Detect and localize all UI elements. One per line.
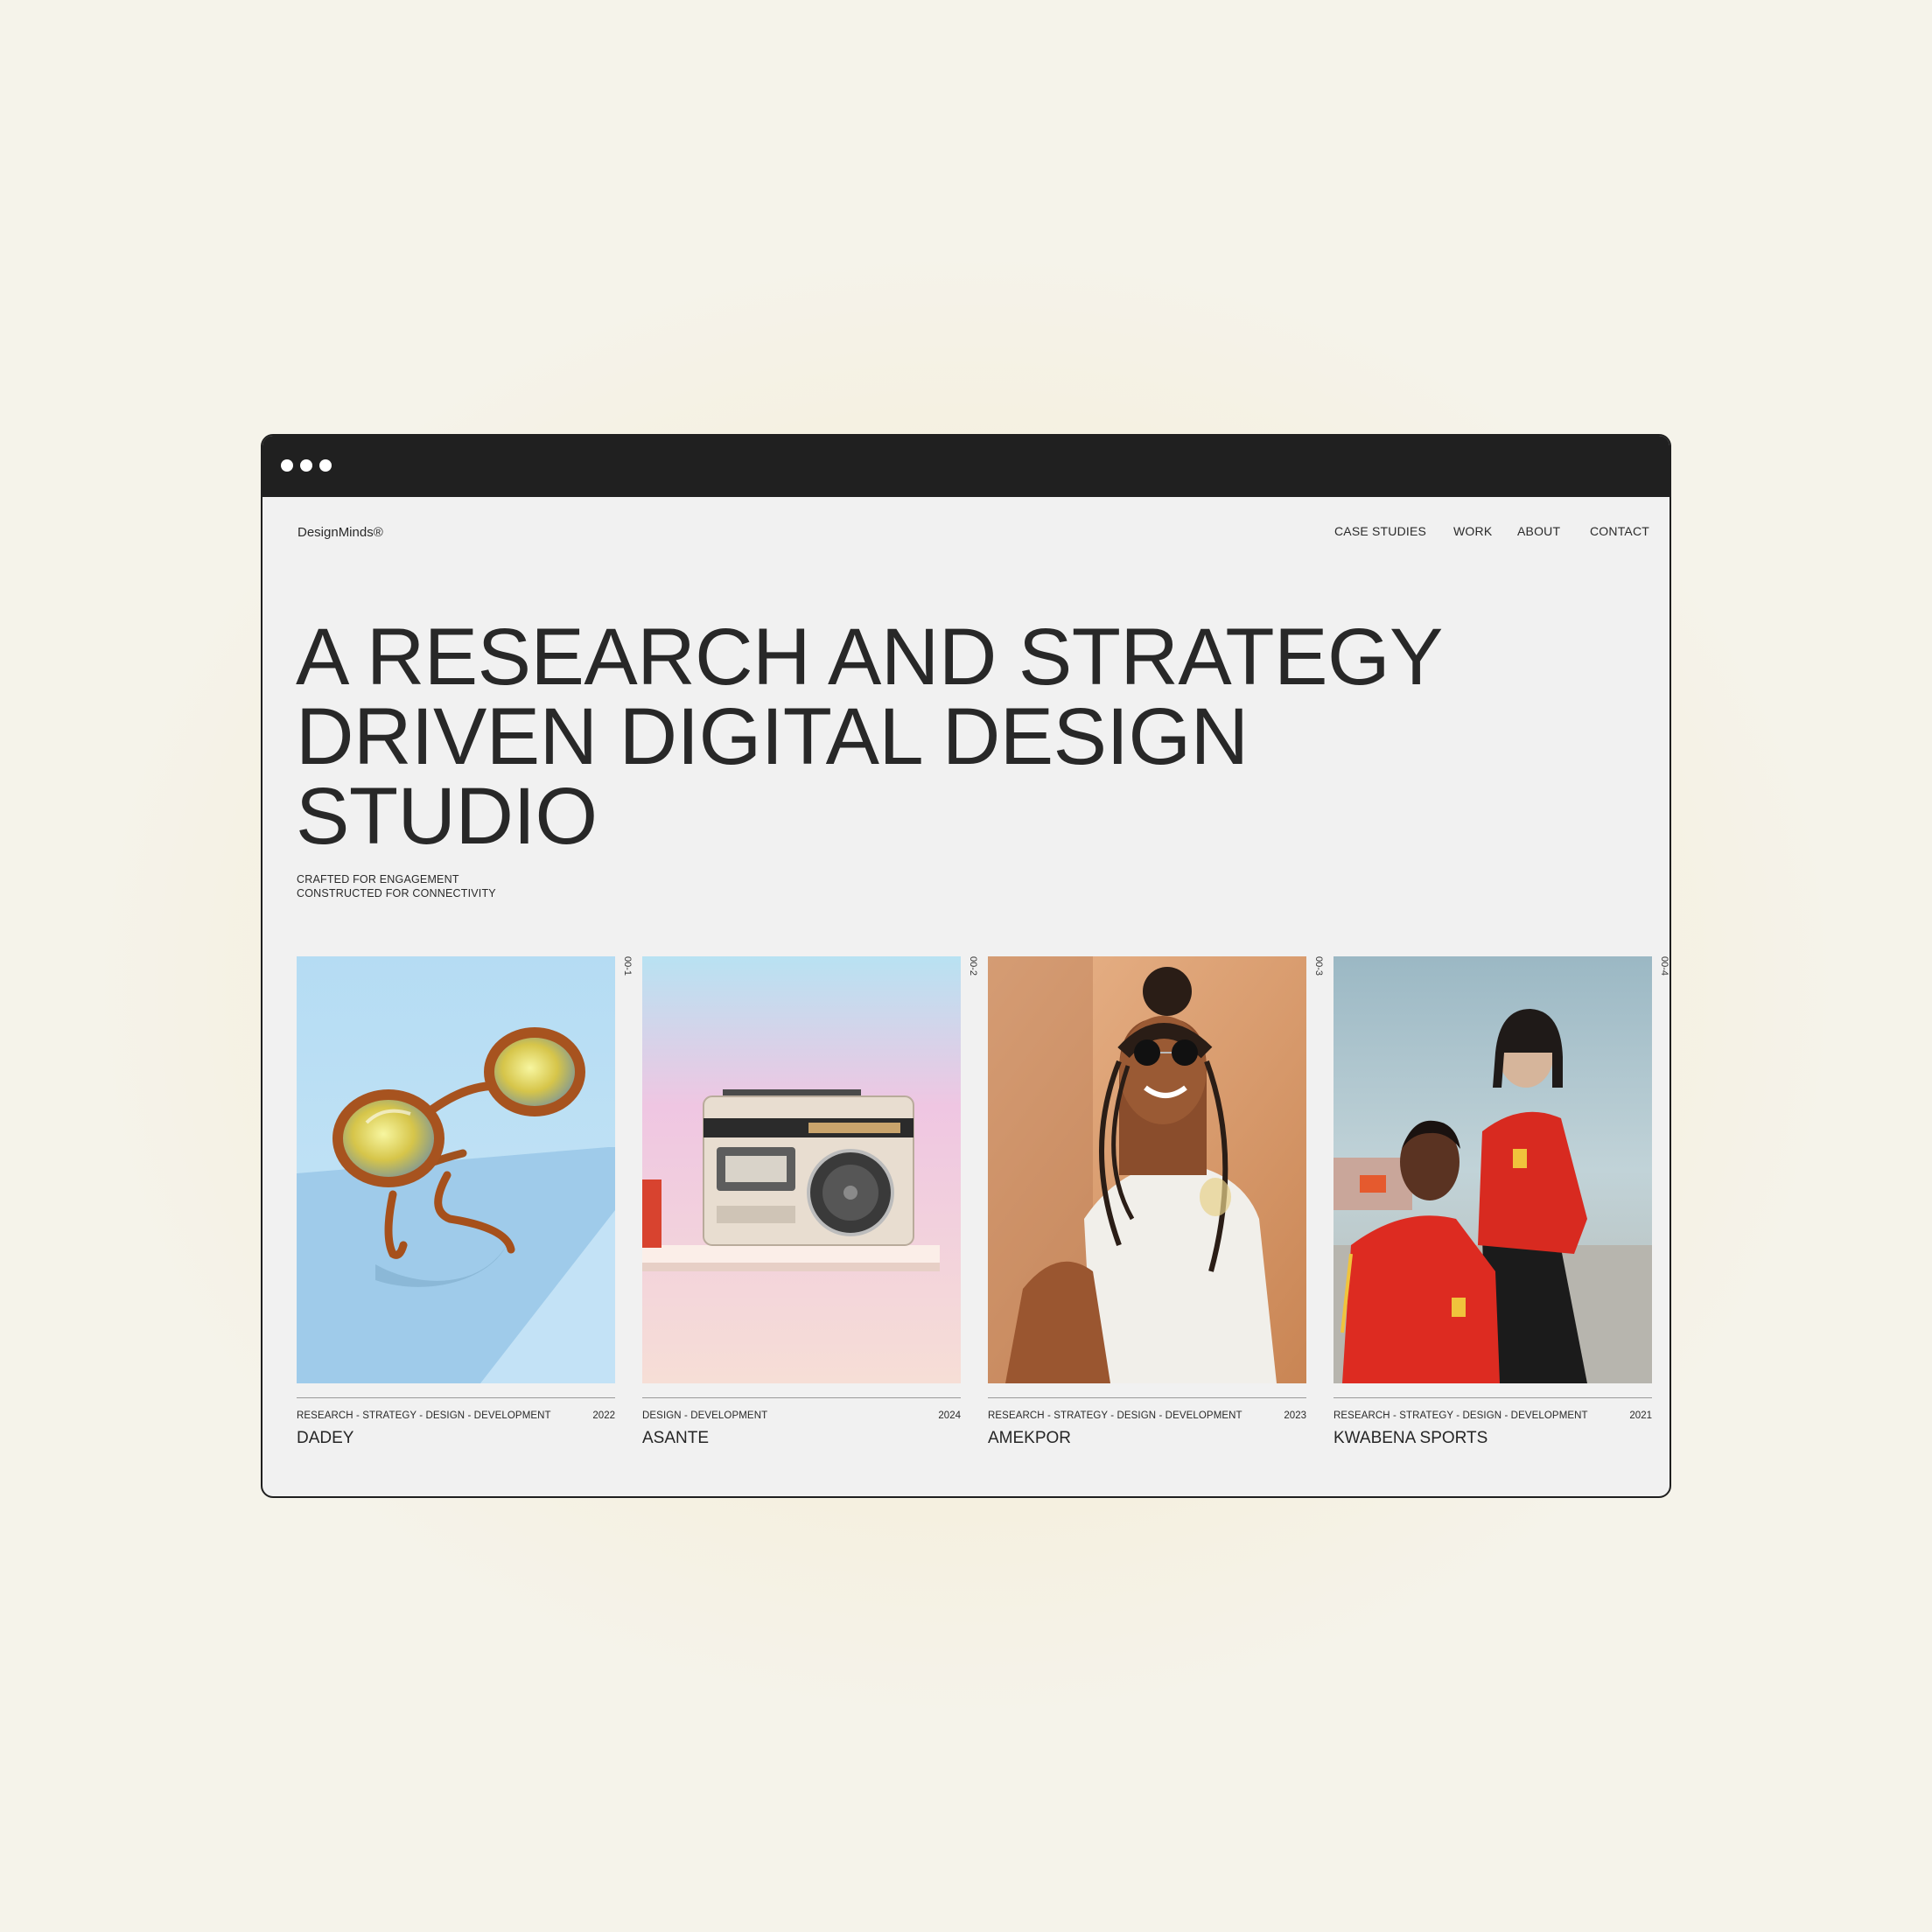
project-title[interactable]: AMEKPOR <box>988 1429 1071 1448</box>
project-card-dadey[interactable]: 00-1 RESEARCH - STRATEGY - DESIGN - DEVE… <box>297 956 633 1448</box>
project-image-radio[interactable] <box>642 956 961 1383</box>
divider <box>988 1397 1306 1398</box>
divider <box>1334 1397 1652 1398</box>
headline-line: STUDIO <box>296 772 598 861</box>
hero-headline: A RESEARCH AND STRATEGY DRIVEN DIGITAL D… <box>296 612 1443 861</box>
project-tags: RESEARCH - STRATEGY - DESIGN - DEVELOPME… <box>1334 1410 1588 1421</box>
project-card-kwabena-sports[interactable]: 00-4 RESEARCH - STRATEGY - DESIGN - DEVE… <box>1334 956 1670 1448</box>
window-dot-icon[interactable] <box>281 459 293 472</box>
project-image-sunglasses[interactable] <box>297 956 615 1383</box>
hero-tagline: CRAFTED FOR ENGAGEMENT CONSTRUCTED FOR C… <box>297 872 496 900</box>
project-year: 2021 <box>1629 1410 1652 1421</box>
project-title[interactable]: ASANTE <box>642 1429 709 1448</box>
tagline-line: CRAFTED FOR ENGAGEMENT <box>297 873 459 886</box>
project-tags: RESEARCH - STRATEGY - DESIGN - DEVELOPME… <box>988 1410 1242 1421</box>
project-year: 2022 <box>592 1410 615 1421</box>
headline-line: DRIVEN DIGITAL DESIGN <box>296 692 1249 781</box>
project-title[interactable]: DADEY <box>297 1429 354 1448</box>
divider <box>642 1397 961 1398</box>
project-index: 00-1 <box>622 956 633 976</box>
window-dot-icon[interactable] <box>300 459 312 472</box>
project-card-amekpor[interactable]: 00-3 RESEARCH - STRATEGY - DESIGN - DEVE… <box>988 956 1324 1448</box>
project-tags: DESIGN - DEVELOPMENT <box>642 1410 768 1421</box>
headline-line: A RESEARCH AND STRATEGY <box>296 612 1443 702</box>
project-card-asante[interactable]: 00-2 DESIGN - DEVELOPMENT 2024 ASANTE <box>642 956 978 1448</box>
project-index: 00-2 <box>968 956 978 976</box>
project-index: 00-3 <box>1313 956 1324 976</box>
nav-about[interactable]: ABOUT <box>1517 524 1560 538</box>
nav-case-studies[interactable]: CASE STUDIES <box>1334 524 1426 538</box>
project-title[interactable]: KWABENA SPORTS <box>1334 1429 1488 1448</box>
project-year: 2023 <box>1284 1410 1306 1421</box>
brand-logo[interactable]: DesignMinds® <box>298 525 383 540</box>
project-image-portrait[interactable] <box>988 956 1306 1383</box>
tagline-line: CONSTRUCTED FOR CONNECTIVITY <box>297 887 496 900</box>
nav-work[interactable]: WORK <box>1453 524 1492 538</box>
window-dot-icon[interactable] <box>319 459 332 472</box>
divider <box>297 1397 615 1398</box>
project-year: 2024 <box>938 1410 961 1421</box>
browser-titlebar <box>262 436 1670 497</box>
project-tags: RESEARCH - STRATEGY - DESIGN - DEVELOPME… <box>297 1410 551 1421</box>
browser-window: DesignMinds® CASE STUDIES WORK ABOUT CON… <box>261 434 1671 1498</box>
project-image-football-jerseys[interactable] <box>1334 956 1652 1383</box>
project-index: 00-4 <box>1659 956 1670 976</box>
nav-contact[interactable]: CONTACT <box>1590 524 1649 538</box>
